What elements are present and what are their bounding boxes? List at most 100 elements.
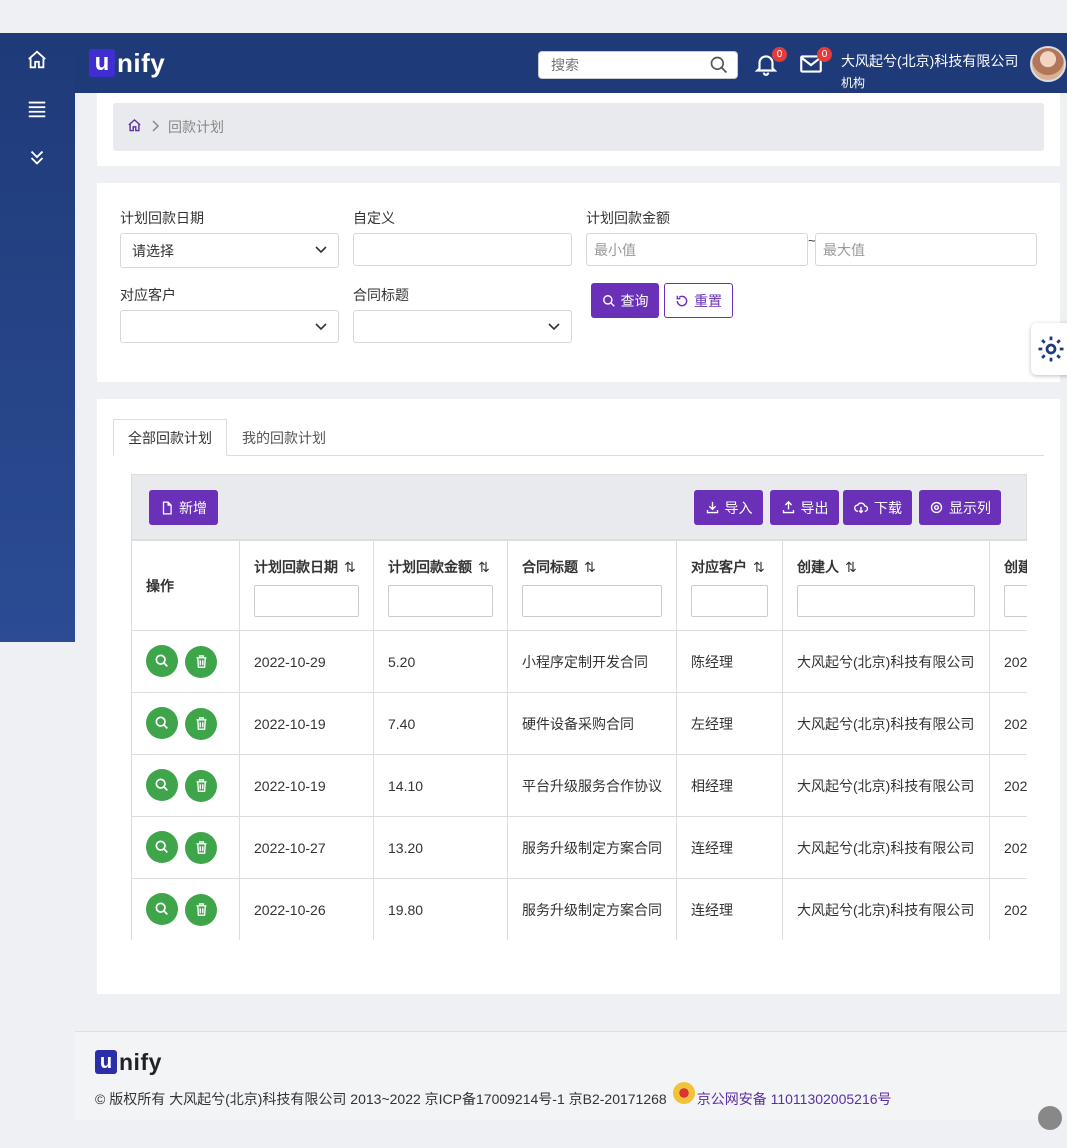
creator-cell: 大风起兮(北京)科技有限公司: [782, 754, 990, 817]
reset-button[interactable]: 重置: [664, 283, 733, 318]
view-icon[interactable]: [146, 769, 178, 802]
export-button[interactable]: 导出: [770, 490, 839, 525]
delete-icon[interactable]: [185, 831, 217, 864]
customer-cell: 相经理: [676, 754, 783, 817]
chevron-down-icon: [547, 320, 561, 337]
plan-date-select[interactable]: 请选择: [120, 233, 339, 268]
import-icon: [706, 501, 718, 514]
search-icon[interactable]: [709, 55, 729, 78]
contract-select[interactable]: [353, 310, 572, 343]
user-info[interactable]: 大风起兮(北京)科技有限公司 机构: [841, 51, 1018, 91]
date-cell: 2022-10-29: [239, 630, 374, 693]
created-cell: 2022: [989, 878, 1027, 940]
sort-icon[interactable]: ⇅: [344, 559, 356, 575]
delete-icon[interactable]: [185, 645, 217, 678]
table-row: 2022-10-19 14.10 平台升级服务合作协议 相经理 大风起兮(北京)科技有限…: [131, 754, 1027, 817]
customer-label: 对应客户: [120, 287, 176, 303]
logo-mark: u: [89, 49, 115, 77]
customer-select[interactable]: [120, 310, 339, 343]
actions-cell: [131, 816, 240, 879]
date-cell: 2022-10-27: [239, 816, 374, 879]
footer: u nify © 版权所有 大风起兮(北京)科技有限公司 2013~2022 京…: [75, 1031, 1067, 1120]
contract-cell: 硬件设备采购合同: [507, 692, 677, 755]
add-button[interactable]: 新增: [149, 490, 218, 525]
delete-icon[interactable]: [185, 707, 217, 740]
search-input[interactable]: [539, 52, 699, 78]
github-icon[interactable]: [1038, 1106, 1062, 1130]
data-table: 操作 计划回款日期 ⇅ 计划回款金额 ⇅ 合同标题 ⇅ 对应客户 ⇅ 创建人 ⇅ 创建 2…: [131, 540, 1027, 940]
avatar[interactable]: [1030, 46, 1066, 82]
sort-icon[interactable]: ⇅: [584, 559, 596, 575]
column-header-customer[interactable]: 对应客户 ⇅: [676, 540, 783, 631]
tab-my-plans[interactable]: 我的回款计划: [228, 419, 340, 456]
sort-icon[interactable]: ⇅: [753, 559, 765, 575]
column-header-actions: 操作: [131, 540, 240, 631]
home-icon[interactable]: [127, 118, 142, 136]
amount-cell: 5.20: [373, 630, 508, 693]
delete-icon[interactable]: [185, 769, 217, 802]
app-logo[interactable]: u nify: [89, 47, 165, 79]
amount-label: 计划回款金额: [586, 210, 670, 226]
created-cell: 2022: [989, 630, 1027, 693]
custom-input[interactable]: [353, 233, 572, 266]
reset-icon: [676, 295, 688, 306]
amount-min-input[interactable]: 最小值: [586, 233, 808, 266]
customer-cell: 连经理: [676, 816, 783, 879]
data-table-wrapper: 操作 计划回款日期 ⇅ 计划回款金额 ⇅ 合同标题 ⇅ 对应客户 ⇅ 创建人 ⇅ 创建 2…: [131, 540, 1027, 940]
query-button-label: 查询: [620, 292, 649, 309]
amount-cell: 13.20: [373, 816, 508, 879]
footer-logo[interactable]: u nify: [95, 1046, 162, 1078]
bell-badge: 0: [772, 47, 787, 62]
amount-filter-input[interactable]: [388, 585, 493, 617]
tab-all-plans[interactable]: 全部回款计划: [113, 419, 227, 456]
cloud-download-icon: [854, 502, 869, 514]
export-icon: [782, 500, 794, 514]
menu-icon[interactable]: [22, 94, 52, 124]
actions-cell: [131, 878, 240, 940]
column-header-label: 计划回款金额: [388, 559, 472, 575]
filter-card: [97, 183, 1060, 382]
notification-bell[interactable]: 0: [753, 47, 787, 79]
column-header-amount[interactable]: 计划回款金额 ⇅: [373, 540, 508, 631]
creator-filter-input[interactable]: [797, 585, 975, 617]
settings-float-button[interactable]: [1031, 323, 1067, 375]
view-icon[interactable]: [146, 645, 178, 678]
import-button[interactable]: 导入: [694, 490, 763, 525]
actions-cell: [131, 754, 240, 817]
customer-filter-input[interactable]: [691, 585, 768, 617]
column-header-contract[interactable]: 合同标题 ⇅: [507, 540, 677, 631]
search-box: [538, 51, 738, 79]
column-header-creator[interactable]: 创建人 ⇅: [782, 540, 990, 631]
breadcrumb: 回款计划: [113, 103, 1044, 151]
view-icon[interactable]: [146, 831, 178, 864]
actions-cell: [131, 630, 240, 693]
column-header-date[interactable]: 计划回款日期 ⇅: [239, 540, 374, 631]
table-row: 2022-10-26 19.80 服务升级制定方案合同 连经理 大风起兮(北京)科技有限…: [131, 878, 1027, 940]
police-record-link[interactable]: 京公网安备 11011302005216号: [697, 1089, 892, 1109]
creator-cell: 大风起兮(北京)科技有限公司: [782, 692, 990, 755]
contract-filter-input[interactable]: [522, 585, 662, 617]
copyright-text: © 版权所有 大风起兮(北京)科技有限公司 2013~2022 京ICP备170…: [95, 1091, 667, 1107]
download-button[interactable]: 下载: [843, 490, 912, 525]
user-role: 机构: [841, 76, 866, 90]
amount-cell: 14.10: [373, 754, 508, 817]
home-icon[interactable]: [22, 45, 52, 75]
query-button[interactable]: 查询: [591, 283, 659, 318]
view-icon[interactable]: [146, 893, 178, 926]
date-filter-input[interactable]: [254, 585, 359, 617]
amount-max-input[interactable]: 最大值: [815, 233, 1037, 266]
expand-down-icon[interactable]: [22, 143, 52, 173]
customer-cell: 陈经理: [676, 630, 783, 693]
view-icon[interactable]: [146, 707, 178, 740]
created-cell: 2022: [989, 754, 1027, 817]
column-header-label: 创建: [1004, 559, 1027, 575]
mail-button[interactable]: 0: [798, 47, 832, 79]
sort-icon[interactable]: ⇅: [478, 559, 490, 575]
delete-icon[interactable]: [185, 893, 217, 926]
sort-icon[interactable]: ⇅: [845, 559, 857, 575]
columns-button[interactable]: 显示列: [919, 490, 1001, 525]
contract-cell: 小程序定制开发合同: [507, 630, 677, 693]
table-toolbar: 新增 导入 导出 下载 显示列: [131, 474, 1027, 540]
column-header-created[interactable]: 创建: [989, 540, 1027, 631]
created-filter-input[interactable]: [1004, 585, 1027, 617]
